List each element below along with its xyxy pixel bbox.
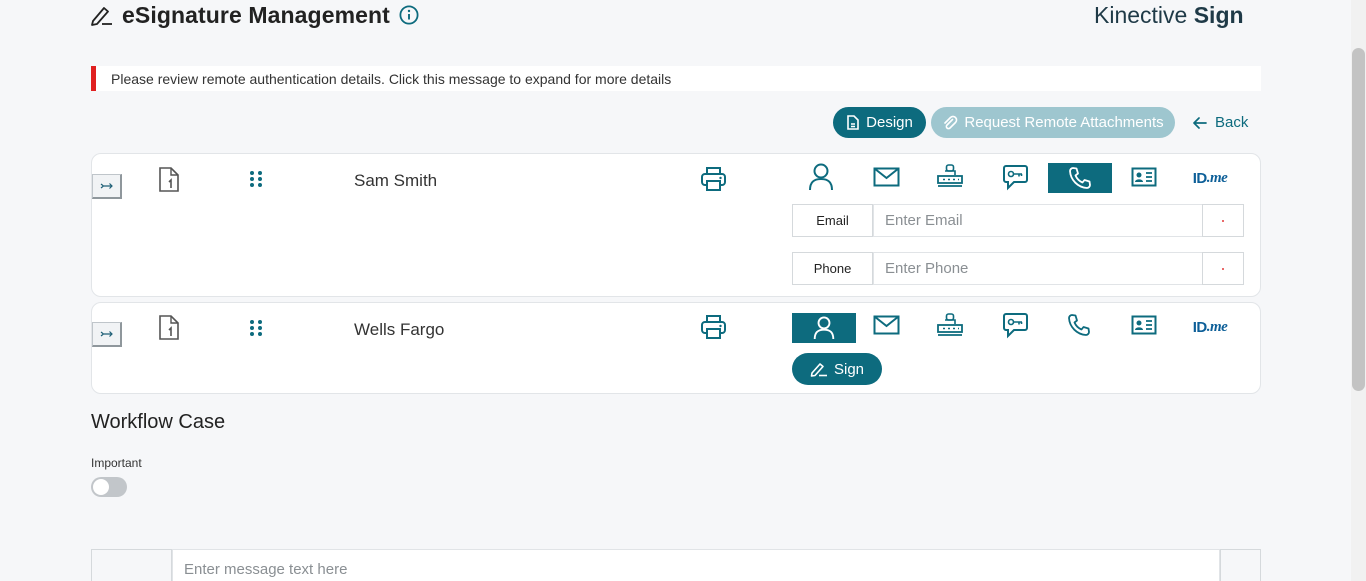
phone-field[interactable] — [873, 252, 1203, 285]
printer-icon[interactable] — [700, 166, 727, 192]
remote-auth-alert[interactable]: Please review remote authentication deta… — [91, 66, 1261, 91]
phone-auth-icon[interactable] — [1048, 163, 1112, 193]
expand-row-button[interactable] — [92, 322, 122, 347]
brand-name: Kinective — [1094, 2, 1188, 28]
idme-me: .me — [1206, 318, 1228, 335]
sign-label: Sign — [833, 360, 865, 378]
id-card-auth-icon[interactable] — [1112, 310, 1176, 340]
paperclip-icon — [942, 115, 958, 131]
document-icon — [846, 115, 860, 130]
design-button[interactable]: Design — [833, 107, 926, 138]
pen-icon — [90, 4, 114, 26]
message-left-cell — [91, 549, 172, 581]
expand-arrow-icon — [100, 329, 114, 339]
id-card-auth-icon[interactable] — [1112, 162, 1176, 192]
page-scrollbar[interactable] — [1351, 0, 1366, 581]
idme-auth-icon[interactable]: ID .me — [1178, 312, 1242, 342]
expand-arrow-icon — [100, 181, 114, 191]
printer-icon[interactable] — [700, 314, 727, 340]
design-label: Design — [866, 114, 913, 131]
workflow-case-title: Workflow Case — [91, 411, 226, 433]
brand-name-bold: Sign — [1193, 2, 1244, 28]
in-person-auth-icon[interactable] — [789, 162, 853, 192]
message-right-cell — [1220, 549, 1261, 581]
email-label-text: Email — [816, 213, 849, 228]
toggle-knob — [93, 479, 109, 495]
phone-field-label: Phone — [792, 252, 873, 285]
in-person-auth-icon[interactable] — [792, 313, 856, 343]
back-link[interactable]: Back — [1191, 107, 1248, 138]
email-auth-icon[interactable] — [854, 162, 918, 192]
idme-auth-icon[interactable]: ID .me — [1178, 163, 1242, 193]
kba-auth-icon[interactable] — [918, 162, 982, 192]
page-title: eSignature Management — [122, 1, 390, 28]
email-required-indicator — [1202, 204, 1244, 237]
arrow-left-icon — [1191, 116, 1209, 130]
attach-label: Request Remote Attachments — [964, 114, 1164, 131]
signer-name: Wells Fargo — [354, 320, 445, 339]
important-toggle[interactable] — [91, 477, 127, 497]
scrollbar-thumb[interactable] — [1352, 48, 1365, 391]
message-input[interactable] — [172, 549, 1220, 581]
sms-key-auth-icon[interactable] — [983, 310, 1047, 340]
document-icon[interactable] — [158, 167, 180, 192]
drag-handle-icon[interactable] — [249, 319, 263, 337]
expand-row-button[interactable] — [92, 174, 122, 199]
email-auth-icon[interactable] — [854, 310, 918, 340]
document-icon[interactable] — [158, 315, 180, 340]
info-icon[interactable] — [398, 4, 420, 26]
phone-required-indicator — [1202, 252, 1244, 285]
email-field-label: Email — [792, 204, 873, 237]
sign-button[interactable]: Sign — [792, 353, 882, 385]
request-remote-attachments-button[interactable]: Request Remote Attachments — [931, 107, 1175, 138]
email-field[interactable] — [873, 204, 1203, 237]
idme-id: ID — [1192, 318, 1208, 336]
back-label: Back — [1215, 114, 1249, 131]
drag-handle-icon[interactable] — [249, 170, 263, 188]
alert-message: Please review remote authentication deta… — [111, 70, 672, 87]
brand-logo: Kinective Sign — [1094, 2, 1244, 29]
pen-icon — [810, 361, 828, 377]
phone-auth-icon[interactable] — [1047, 310, 1111, 340]
idme-me: .me — [1206, 169, 1228, 186]
sms-key-auth-icon[interactable] — [983, 162, 1047, 192]
kba-auth-icon[interactable] — [918, 311, 982, 341]
idme-id: ID — [1192, 169, 1208, 187]
important-label: Important — [91, 456, 142, 470]
signer-name: Sam Smith — [354, 171, 438, 190]
phone-label-text: Phone — [813, 261, 852, 276]
page-header: eSignature Management — [90, 0, 420, 30]
